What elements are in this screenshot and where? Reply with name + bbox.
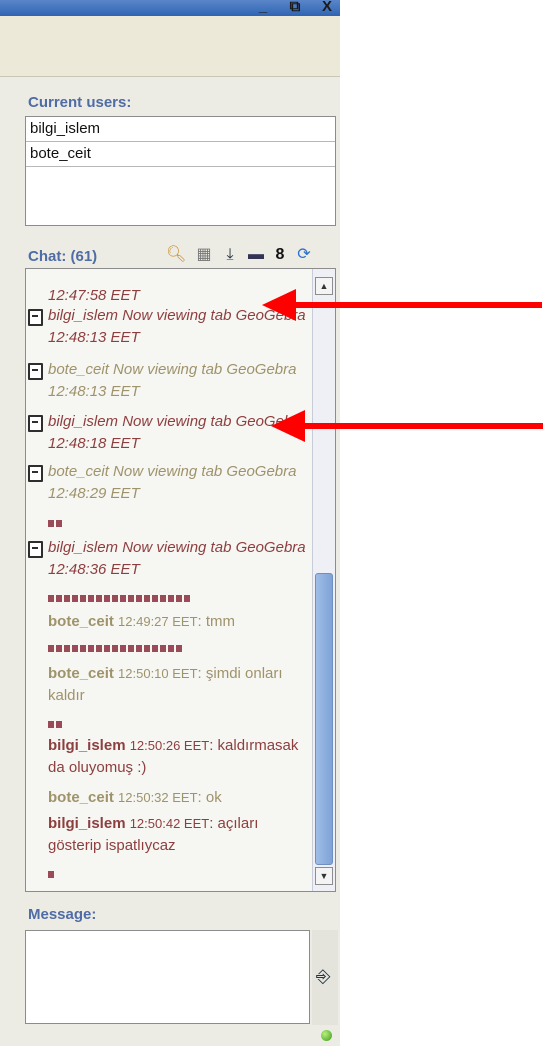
chat-message: bote_ceit 12:49:27 EET: tmm [48, 611, 308, 633]
typing-indicator [48, 721, 62, 729]
image-icon[interactable]: ▦ [194, 244, 214, 266]
message-timestamp: 12:50:42 EET [129, 816, 210, 831]
message-timestamp: 12:50:26 EET [129, 738, 210, 753]
window-titlebar: _ ⧉ X [0, 0, 340, 16]
minimize-window-button[interactable]: _ [254, 0, 272, 16]
system-message: bilgi_islem Now viewing tab GeoGebra 12:… [48, 539, 306, 578]
search-icon[interactable]: 🔍︎ [166, 244, 186, 266]
message-nick: bote_ceit [48, 613, 114, 630]
chat-message: bote_ceit 12:50:32 EET: ok [48, 787, 308, 809]
tab-icon [28, 363, 43, 380]
typing-indicator [48, 520, 62, 528]
tab-icon [28, 309, 43, 326]
message-text: : ok [197, 789, 222, 806]
current-users-list[interactable]: bilgi_islem bote_ceit [25, 116, 336, 226]
typing-indicator [48, 645, 182, 653]
chat-scrollbar[interactable]: ▲ ▼ [312, 269, 335, 891]
chat-messages: 12:47:58 EET bilgi_islem Now viewing tab… [26, 269, 311, 891]
message-timestamp: 12:49:27 EET [118, 614, 198, 629]
scrollbar-thumb[interactable] [315, 573, 333, 865]
user-item[interactable]: bilgi_islem [26, 117, 335, 142]
top-toolbar [0, 16, 340, 77]
message-input[interactable] [25, 930, 310, 1024]
message-text: : tmm [197, 613, 236, 630]
chat-panel: _ ⧉ X Current users: bilgi_islem bote_ce… [0, 0, 340, 1046]
message-nick: bote_ceit [48, 789, 114, 806]
chat-label: Chat: (61) [28, 248, 98, 265]
tab-icon [28, 541, 43, 558]
annotation-arrow [271, 410, 543, 442]
chat-message: bilgi_islem 12:50:42 EET: açıları göster… [48, 813, 308, 857]
typing-indicator [48, 595, 190, 603]
system-message: bote_ceit Now viewing tab GeoGebra 12:48… [48, 361, 297, 400]
typing-indicator [48, 871, 54, 879]
minimize-icon[interactable]: ▬ [246, 244, 266, 266]
chat-history[interactable]: 12:47:58 EET bilgi_islem Now viewing tab… [25, 268, 336, 892]
restore-window-button[interactable]: ⧉ [286, 0, 304, 16]
connection-status-icon [321, 1030, 332, 1041]
chat-message: bote_ceit 12:50:10 EET: şimdi onları kal… [48, 663, 308, 707]
send-icon[interactable]: ⎆ [316, 966, 330, 987]
message-nick: bilgi_islem [48, 815, 126, 832]
refresh-icon[interactable]: ⟳ [294, 244, 314, 266]
message-nick: bote_ceit [48, 665, 114, 682]
text-icon[interactable]: 8 [270, 244, 290, 266]
tab-icon [28, 415, 43, 432]
system-message: bote_ceit Now viewing tab GeoGebra 12:48… [48, 463, 297, 502]
system-message: bilgi_islem Now viewing tab GeoGebra 12:… [48, 413, 306, 452]
message-nick: bilgi_islem [48, 737, 126, 754]
close-window-button[interactable]: X [318, 0, 336, 16]
chat-message: bilgi_islem 12:50:26 EET: kaldırmasak da… [48, 735, 308, 779]
scroll-down-button[interactable]: ▼ [315, 867, 333, 885]
message-timestamp: 12:50:10 EET [118, 666, 198, 681]
current-users-label: Current users: [28, 94, 132, 111]
message-timestamp: 12:50:32 EET [118, 790, 198, 805]
tab-icon [28, 465, 43, 482]
message-label: Message: [28, 906, 97, 923]
annotation-arrow [262, 289, 542, 321]
download-icon[interactable]: ⤓ [220, 244, 240, 266]
user-item[interactable]: bote_ceit [26, 142, 335, 167]
